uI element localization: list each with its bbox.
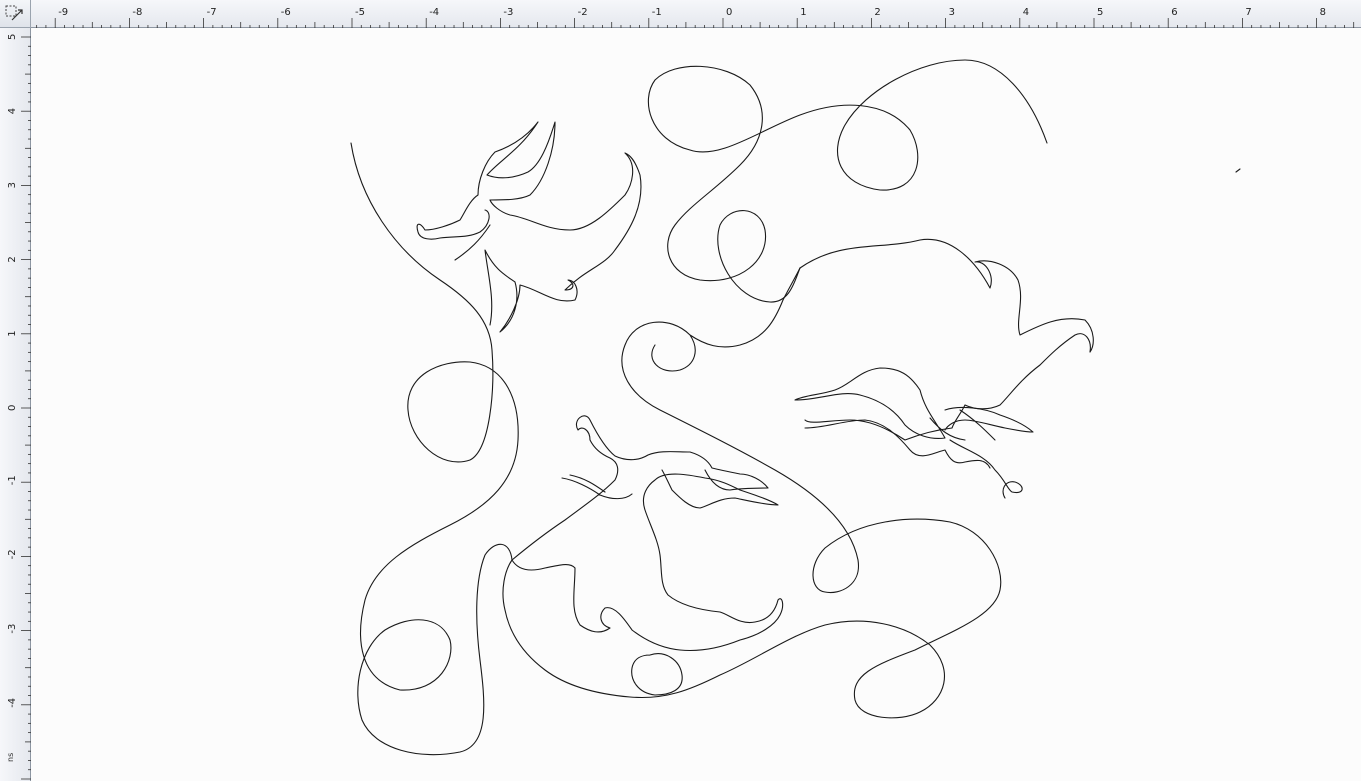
v-ruler-label: -1 [7,475,18,485]
v-ruler-label: 0 [7,405,18,411]
quilt-pattern-drawing [350,59,1241,756]
h-ruler-label: 6 [1171,7,1177,18]
h-ruler-label: 4 [1023,7,1029,18]
pattern-curve-center-s [502,267,1002,719]
v-ruler-label: 4 [7,108,18,114]
h-ruler-label: -7 [207,7,217,18]
h-ruler-label: -4 [429,7,439,18]
h-ruler-label: -1 [652,7,662,18]
v-ruler-label: -2 [7,549,18,559]
h-ruler-label: -8 [132,7,142,18]
pattern-motif-jester-hat-right [794,367,1034,469]
h-ruler-label: 0 [726,7,732,18]
h-ruler-label: 2 [874,7,880,18]
pattern-curve-middle-s [799,238,1094,499]
h-ruler-label: -3 [503,7,513,18]
pattern-stray-mark [1235,168,1241,173]
pattern-motif-jester-hat-upper [416,121,642,333]
vertical-ruler[interactable]: 5 4 3 2 1 0 -1 -2 -3 -4 [0,28,31,781]
h-ruler-label: 1 [800,7,806,18]
ruler-origin-icon [5,5,23,21]
v-ruler-label: -4 [7,698,18,708]
pattern-curve-top-loops [647,59,1048,303]
ruler-origin-corner[interactable] [0,0,31,28]
h-ruler-label: -9 [58,7,68,18]
v-ruler-label: 3 [7,182,18,188]
vertical-ruler-scale: 5 4 3 2 1 0 -1 -2 -3 -4 [7,34,31,780]
v-ruler-label: -3 [7,624,18,634]
h-ruler-label: 3 [949,7,955,18]
h-ruler-label: -5 [355,7,365,18]
h-ruler-label: -2 [578,7,588,18]
horizontal-ruler[interactable]: -9 -8 -7 -6 -5 -4 -3 -2 -1 0 1 2 3 4 5 6 7 8 [31,0,1361,28]
v-ruler-label: 1 [7,330,18,336]
v-ruler-label: 5 [7,34,18,40]
pattern-motif-small-oval [631,653,683,696]
pattern-curve-left-swoop [350,142,519,756]
h-ruler-label: 8 [1320,7,1326,18]
ruler-units-label: ns [6,752,15,762]
drawing-canvas[interactable] [31,28,1361,781]
v-ruler-label: 2 [7,256,18,262]
horizontal-ruler-scale: -9 -8 -7 -6 -5 -4 -3 -2 -1 0 1 2 3 4 5 6 7 8 [36,7,1355,28]
h-ruler-label: 5 [1097,7,1103,18]
h-ruler-label: -6 [281,7,291,18]
h-ruler-label: 7 [1245,7,1251,18]
pattern-motif-jester-hat-lower [511,415,784,652]
